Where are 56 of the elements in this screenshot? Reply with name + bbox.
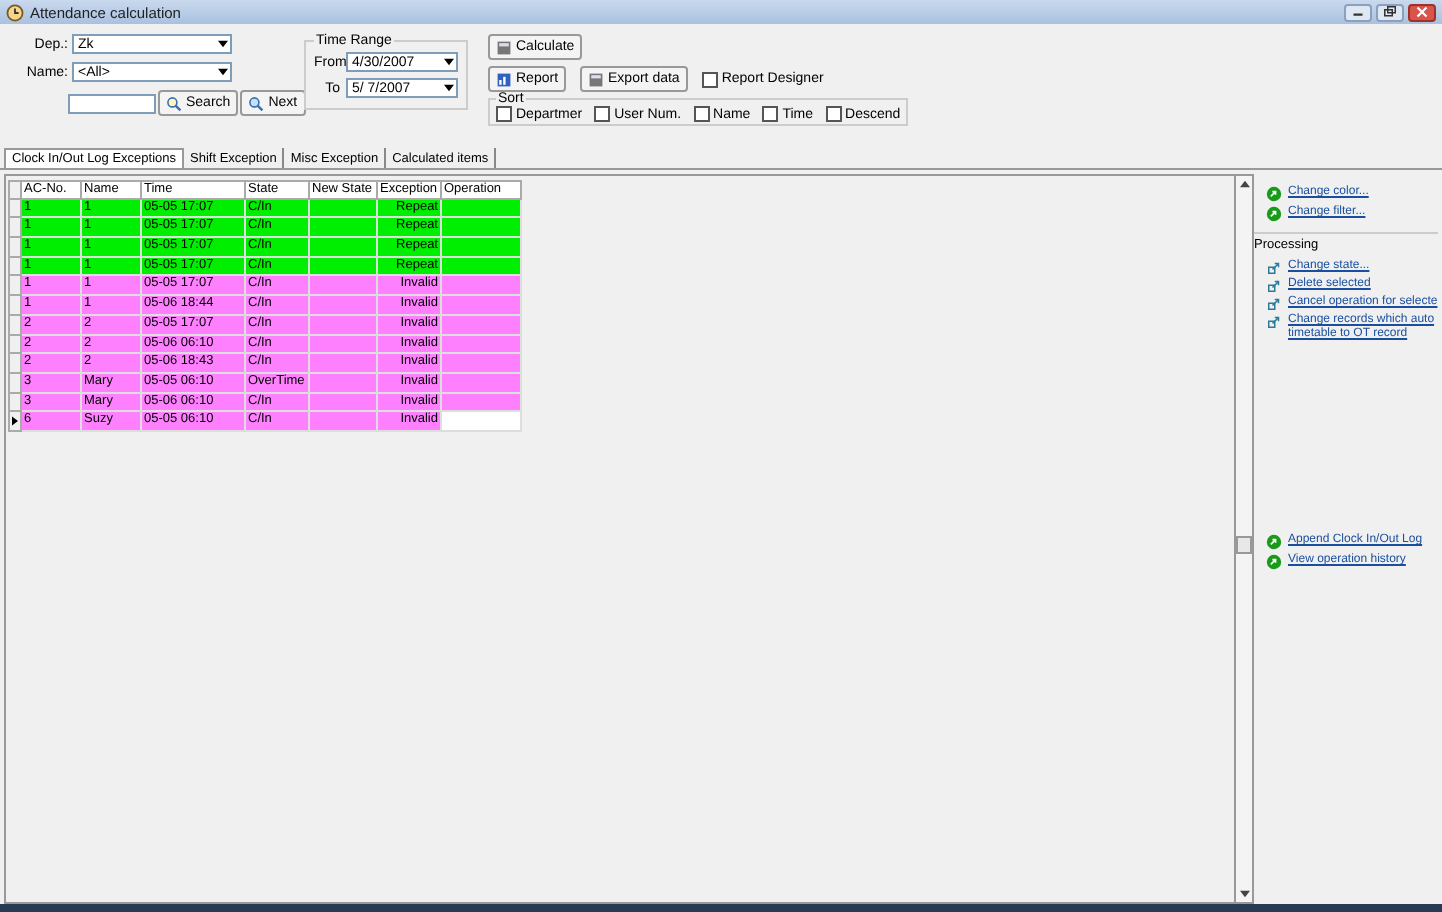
calculator-icon — [496, 39, 512, 55]
arrow-icon — [1268, 298, 1280, 310]
table-cell — [442, 276, 522, 297]
table-cell — [310, 412, 378, 432]
table-cell — [310, 238, 378, 258]
table-cell — [442, 296, 522, 316]
bar-chart-icon — [496, 71, 512, 87]
scroll-thumb[interactable] — [1236, 536, 1252, 554]
arrow-icon — [1268, 316, 1280, 328]
vertical-scrollbar[interactable] — [1234, 174, 1254, 904]
scroll-up-icon[interactable] — [1239, 180, 1249, 188]
scroll-down-icon[interactable] — [1239, 890, 1249, 898]
table-cell — [310, 296, 378, 316]
restore-button[interactable] — [1376, 3, 1404, 21]
table-cell — [442, 393, 522, 413]
row-header[interactable] — [8, 412, 22, 432]
table-cell — [442, 412, 522, 432]
table-cell — [310, 335, 378, 355]
search-field[interactable] — [68, 93, 156, 113]
table-cell — [310, 373, 378, 394]
report-designer-checkbox[interactable] — [701, 71, 718, 87]
table-cell — [442, 354, 522, 374]
table-cell — [442, 199, 522, 219]
search-icon — [166, 95, 182, 111]
sort-checkbox[interactable] — [693, 106, 710, 122]
sort-checkbox[interactable] — [594, 106, 611, 122]
arrow-icon — [1268, 280, 1280, 292]
minimize-button[interactable] — [1344, 3, 1372, 21]
sort-checkbox[interactable] — [496, 106, 512, 122]
table-cell — [310, 315, 378, 335]
arrow-icon — [1268, 262, 1280, 274]
table-cell — [442, 315, 522, 335]
table-cell — [310, 276, 378, 297]
arrow-circle-icon — [1266, 186, 1282, 202]
arrow-circle-icon — [1266, 534, 1282, 550]
sort-checkbox[interactable] — [825, 106, 842, 122]
table-cell — [310, 218, 378, 239]
close-icon — [1414, 6, 1430, 18]
table-cell — [442, 335, 522, 355]
table-cell — [310, 354, 378, 374]
table-cell — [442, 257, 522, 277]
clock-icon — [6, 3, 24, 21]
arrow-circle-icon — [1266, 554, 1282, 570]
table-cell — [310, 393, 378, 413]
table-cell — [310, 257, 378, 277]
table-cell — [442, 373, 522, 394]
table-cell — [310, 199, 378, 219]
table-cell — [442, 238, 522, 258]
table-cell — [442, 218, 522, 239]
arrow-circle-icon — [1266, 206, 1282, 222]
row-pointer-icon — [12, 416, 18, 427]
close-button[interactable] — [1408, 3, 1436, 21]
restore-icon — [1382, 6, 1398, 18]
search-icon — [248, 95, 265, 111]
sort-checkbox[interactable] — [762, 106, 779, 122]
calculator-icon — [588, 71, 605, 87]
